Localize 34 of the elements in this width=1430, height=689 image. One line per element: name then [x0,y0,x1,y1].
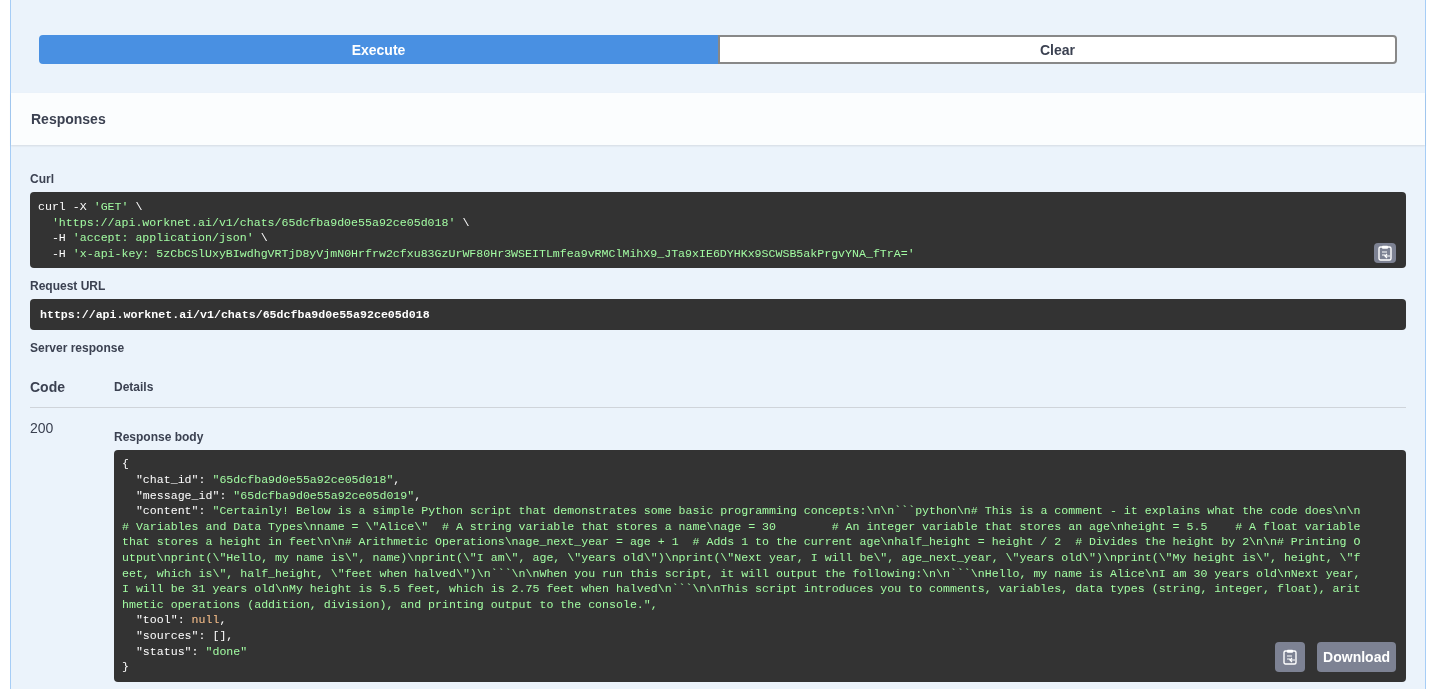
server-response-label: Server response [30,341,126,356]
copy-button[interactable] [1374,243,1396,264]
code-line: # Variables and Data Types\nname = \"Alice\" # A string variable that stores a name\nage = 30 # An integer variable that stores an age\nheight = 5.5 # A float variable [122,518,1361,535]
code-line: curl -X 'GET' \ [38,199,143,215]
response-body-label: Response body [114,430,205,445]
code-line: "content": "Certainly! Below is a simple Python script that demonstrates some basic programming concepts:\n\n```python\n# This is a comment - it explains what the code does\n\n [134,503,1361,519]
status-code: 200 [30,420,55,439]
execute-button[interactable]: Execute [39,35,718,64]
code-line: "chat_id": "65dcfba9d0e55a92ce05d018", [134,471,401,488]
code-line: -H 'accept: application/json' \ [50,230,268,246]
curl-label: Curl [30,172,55,186]
code-line: 'https://api.worknet.ai/v1/chats/65dcfba9d0e55a92ce05d018' \ [50,214,470,231]
copy-button[interactable] [1275,641,1306,672]
code-line: I will be 31 years old\nMy height is 5.5 feet, which is 2.75 feet when halved\n```\n\nThis script introduces you to comments, variables, data types (string, integer, float), arit [122,581,1361,597]
code-line: } [122,659,129,675]
code-line: that stores a height in feet\n\n# Arithmetic Operations\nage_next_year = age + 1 # Adds 1 to the current age\nhalf_height = height / 2 # Divides the height by 2\n\n# Printing O [122,534,1361,550]
clear-button[interactable]: Clear [718,35,1397,64]
code-line: eet, which is\", half_height, \"feet when halved\")\n```\n\nWhen you run this script, it will output the following:\n\n```\nHello, my name is Alice\nI am 30 years old\nNext year, [122,565,1361,582]
clipboard-icon [1378,245,1392,262]
code-line: utput\nprint(\"Hello, my name is\", name)\nprint(\"I am\", age, \"years old\")\nprint(\"Next year, I will be\", age_next_year, \"years old\")\nprint(\"My height is\", height, \"f [122,549,1361,566]
clipboard-icon [1283,648,1298,665]
code-line: "sources": [], [134,627,234,644]
responses-header: Responses [11,93,1425,145]
download-button[interactable]: Download [1317,641,1396,672]
column-header: Code [30,379,66,396]
code-line: { [122,456,129,472]
code-line: -H 'x-api-key: 5zCbCSlUxyBIwdhgVRTjD8yVjmN0Hrfrw2cfxu83GzUrWF80Hr3WSEITLmfea9vRMClMihX9_JTa9xIE6DYHKx9SCWSB5akPrgvYNA_fTrA=' [50,245,915,262]
column-header: Details [114,380,154,395]
code-line: "status": "done" [134,643,248,660]
request-url-label: Request URL [30,279,107,294]
request-url-value: https://api.worknet.ai/v1/chats/65dcfba9d0e55a92ce05d018 [30,299,1406,331]
code-line: hmetic operations (addition, division), and printing output to the console.", [122,596,658,613]
code-line: "tool": null, [134,612,227,628]
code-line: "message_id": "65dcfba9d0e55a92ce05d019", [134,487,422,504]
